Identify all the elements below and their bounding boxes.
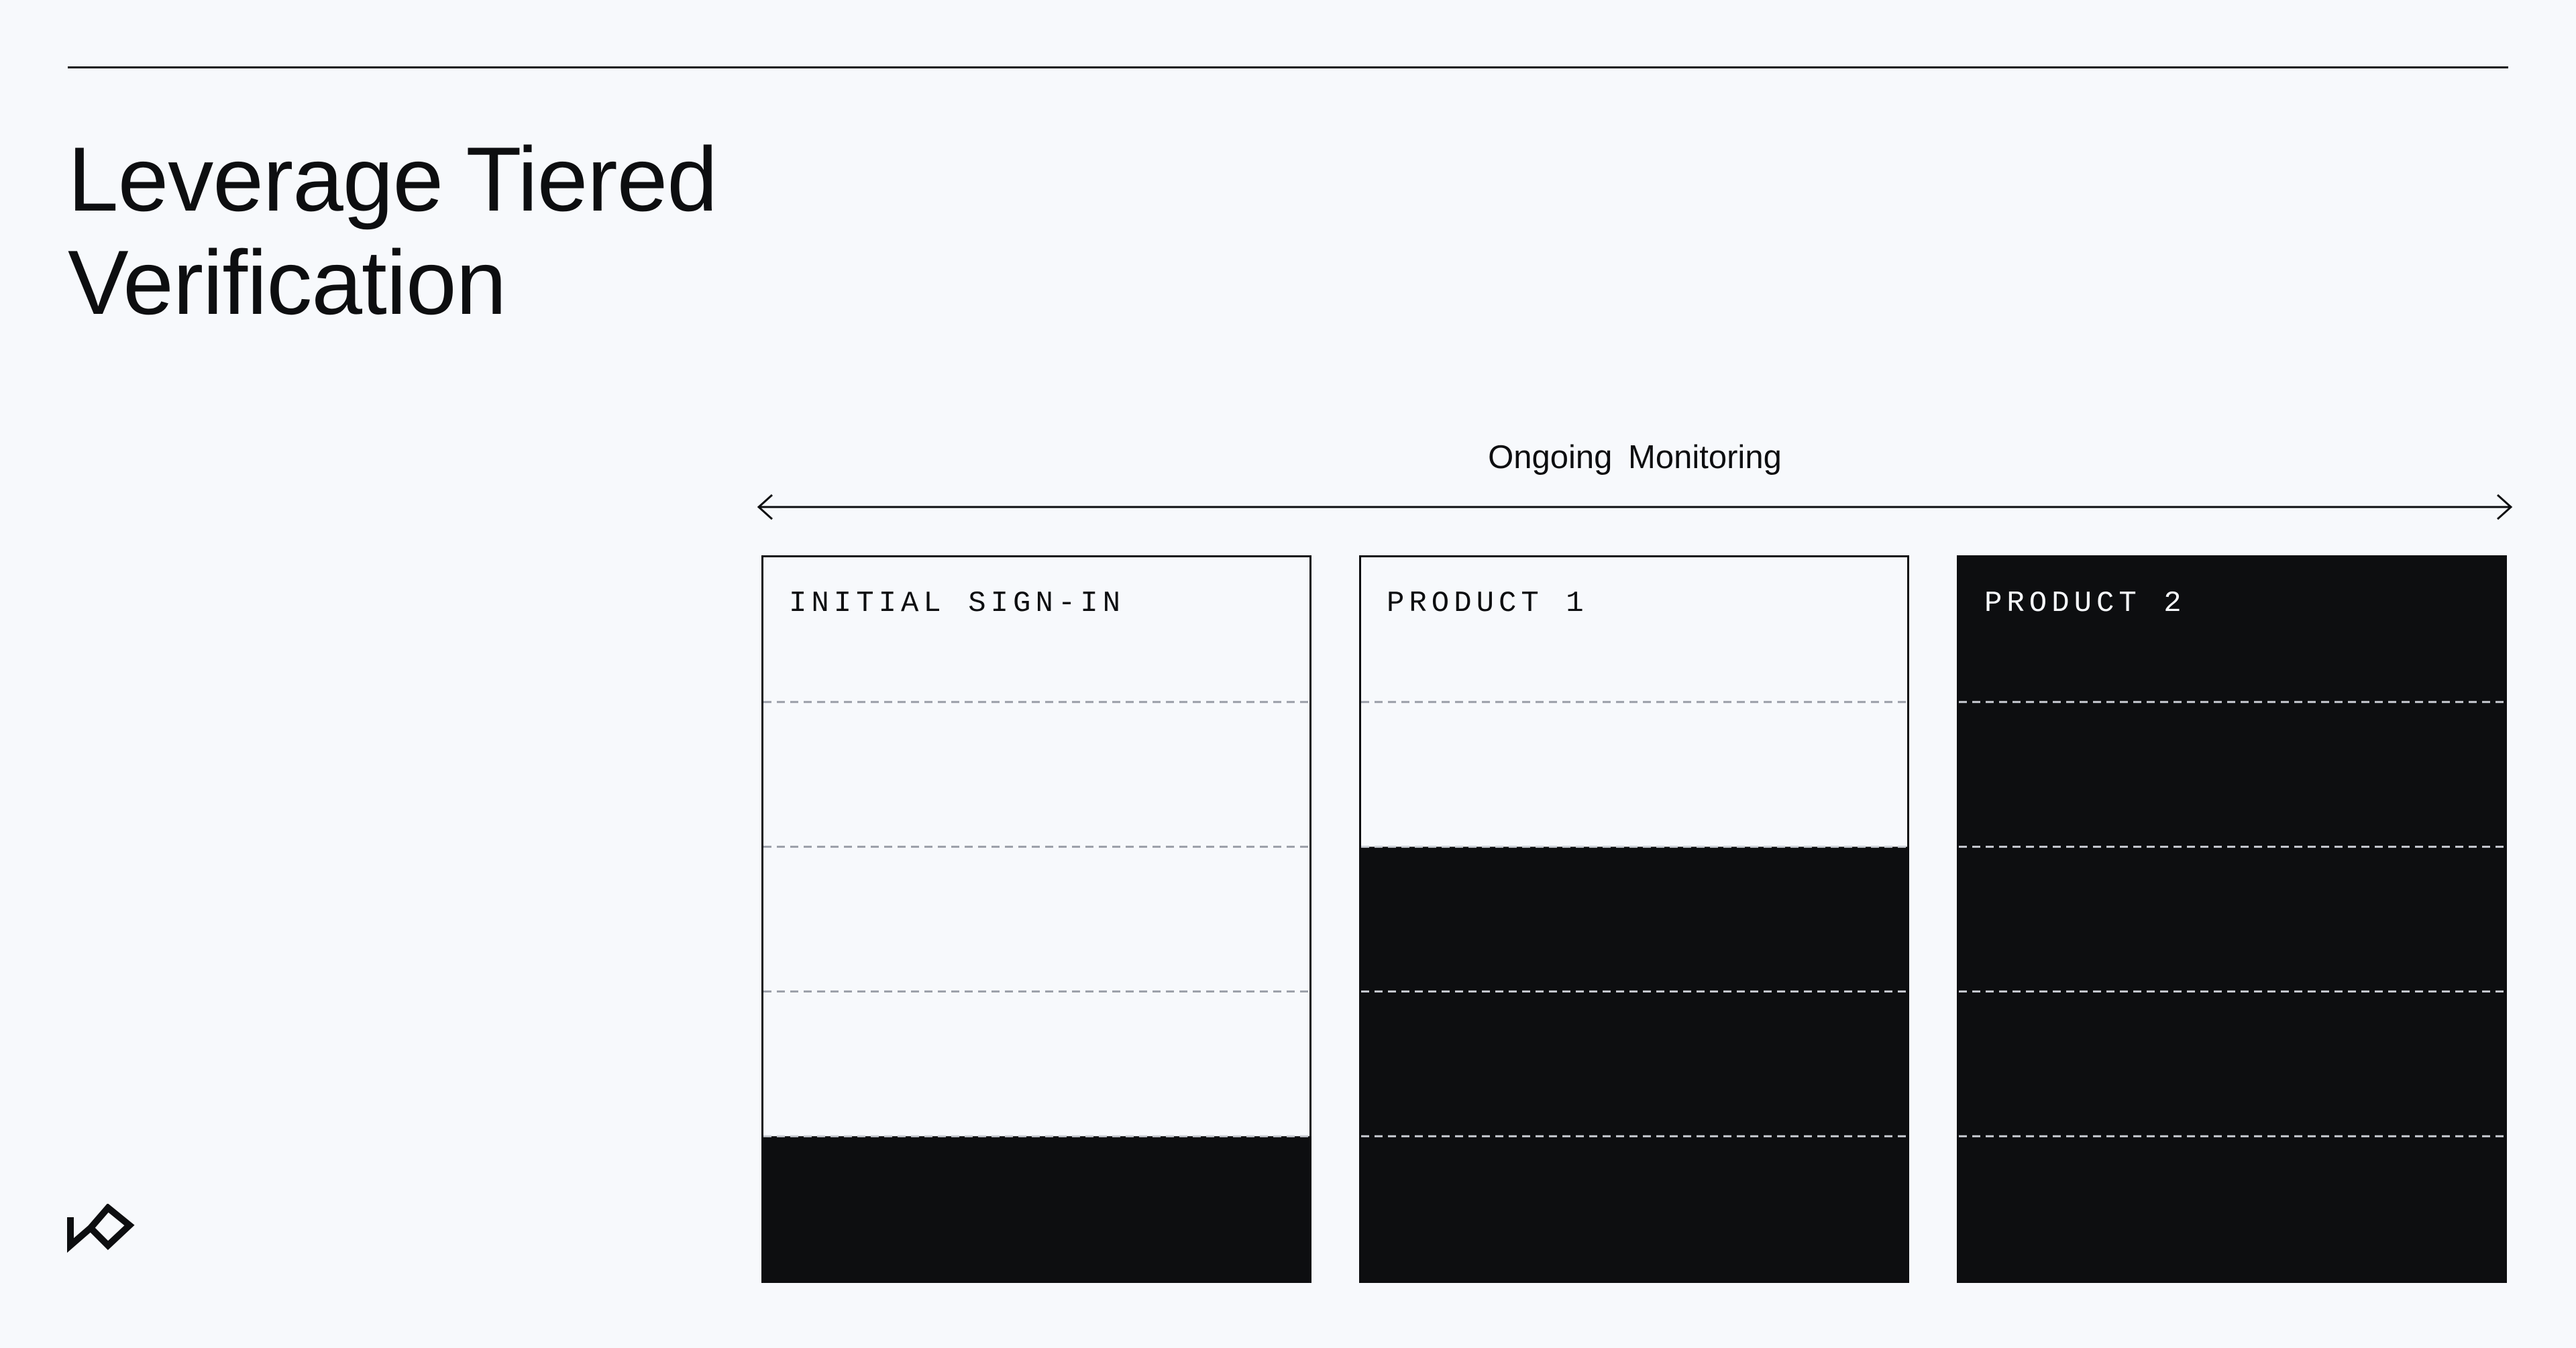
tier-initial-sign-in: [761, 555, 1311, 1283]
slide-title-line-1: Leverage Tiered: [68, 128, 718, 230]
tier-levels: [763, 701, 1309, 1281]
double-headed-arrow-icon: [757, 494, 2513, 520]
top-rule: [68, 66, 2508, 68]
tier-level-filled: [1959, 1136, 2505, 1281]
tier-level-filled: [1361, 991, 1907, 1137]
brand-logo-icon: [67, 1204, 135, 1253]
slide-title: Leverage Tiered Verification: [68, 127, 718, 334]
tier-levels: [1959, 557, 2505, 1281]
ongoing-monitoring-label: Ongoing Monitoring: [1488, 439, 1782, 475]
tier-level-filled: [1361, 1136, 1907, 1281]
tier-level-filled: [1959, 991, 2505, 1137]
tier-label-product-1: PRODUCT 1: [1387, 587, 1589, 620]
tier-level-filled: [1361, 846, 1907, 993]
slide-title-line-2: Verification: [68, 231, 506, 333]
tier-label-product-2: PRODUCT 2: [1984, 587, 2186, 620]
tier-label-initial-sign-in: INITIAL SIGN-IN: [789, 587, 1126, 620]
tier-level-filled: [1959, 557, 2505, 703]
tier-level-filled: [763, 1136, 1309, 1281]
tier-level-filled: [1959, 846, 2505, 993]
tier-levels: [1361, 701, 1907, 1281]
tier-product-2: [1957, 555, 2507, 1283]
tier-product-1: [1359, 555, 1909, 1283]
tier-level-filled: [1959, 701, 2505, 848]
